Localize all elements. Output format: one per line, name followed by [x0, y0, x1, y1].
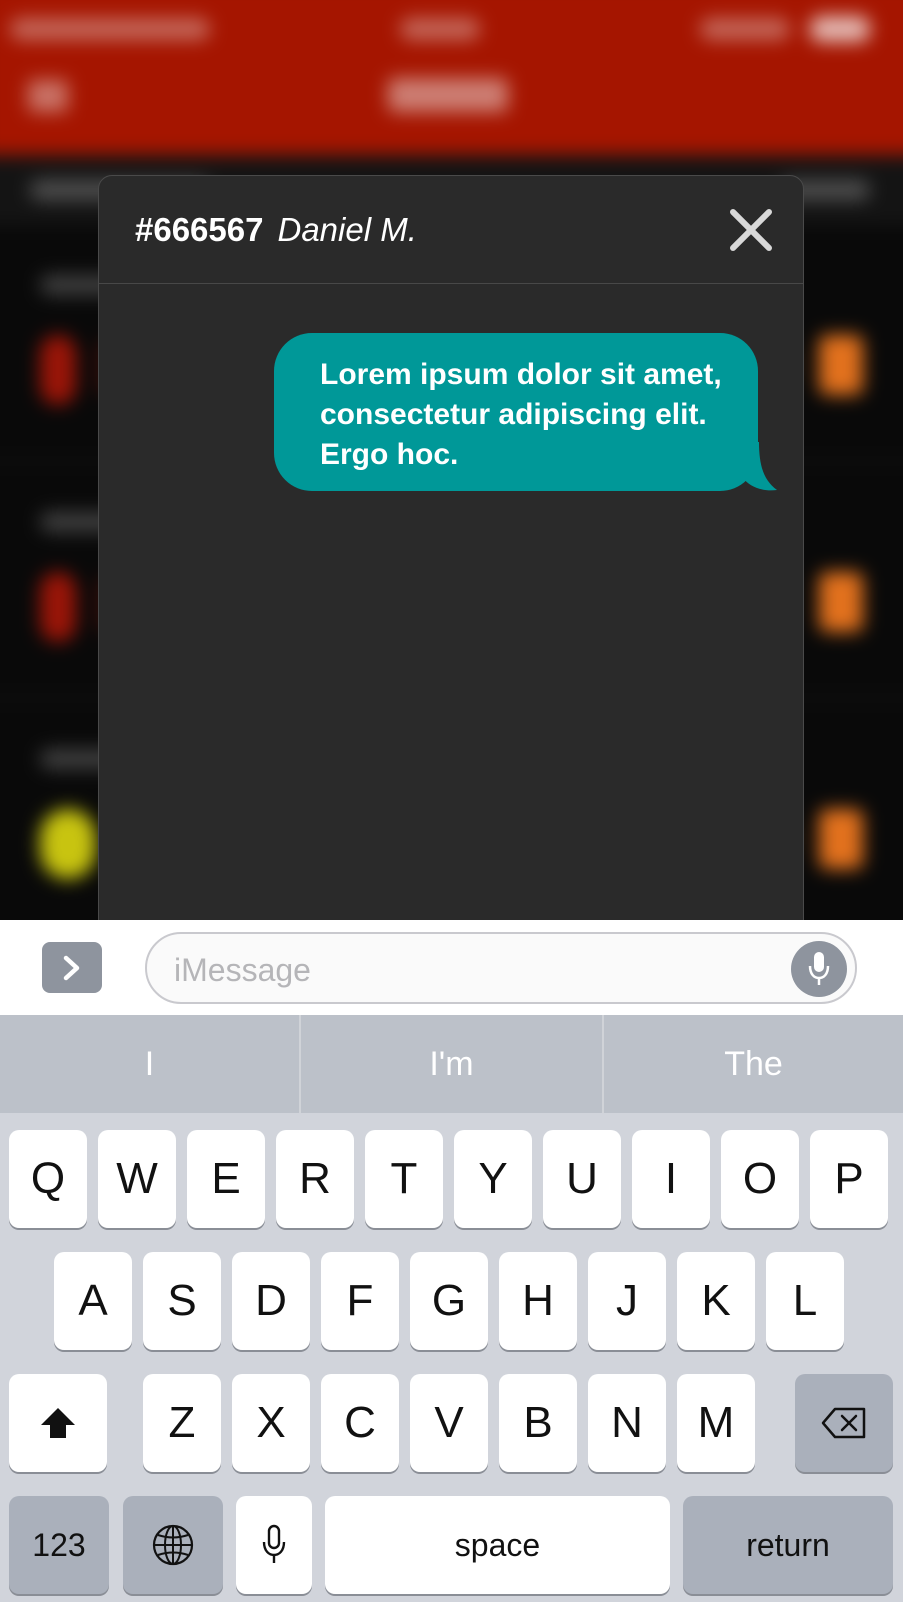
key-f[interactable]: F [321, 1252, 399, 1350]
key-u[interactable]: U [543, 1130, 621, 1228]
key-n[interactable]: N [588, 1374, 666, 1472]
chat-modal: #666567 Daniel M. Lorem ipsum dolor sit … [98, 175, 804, 935]
key-a[interactable]: A [54, 1252, 132, 1350]
numbers-key[interactable]: 123 [9, 1496, 109, 1594]
suggestion-2[interactable]: I'm [301, 1015, 602, 1113]
message-bubble: Lorem ipsum dolor sit amet, consectetur … [274, 333, 758, 491]
delete-key[interactable] [795, 1374, 893, 1472]
return-key[interactable]: return [683, 1496, 893, 1594]
space-key[interactable]: space [325, 1496, 670, 1594]
background-status-battery-text [700, 18, 790, 40]
key-m[interactable]: M [677, 1374, 755, 1472]
close-icon [730, 209, 772, 251]
chat-modal-header: #666567 Daniel M. [99, 176, 803, 284]
chevron-right-icon [63, 955, 80, 980]
key-i[interactable]: I [632, 1130, 710, 1228]
order-number: #666567 [135, 210, 264, 248]
suggestion-1[interactable]: I [0, 1015, 299, 1113]
key-o[interactable]: O [721, 1130, 799, 1228]
key-k[interactable]: K [677, 1252, 755, 1350]
key-t[interactable]: T [365, 1130, 443, 1228]
key-z[interactable]: Z [143, 1374, 221, 1472]
shift-key[interactable] [9, 1374, 107, 1472]
background-menu-icon [28, 80, 68, 112]
microphone-icon [808, 952, 830, 985]
background-status-carrier [10, 18, 210, 40]
key-e[interactable]: E [187, 1130, 265, 1228]
key-l[interactable]: L [766, 1252, 844, 1350]
globe-key[interactable] [123, 1496, 223, 1594]
expand-apps-button[interactable] [42, 942, 102, 993]
key-p[interactable]: P [810, 1130, 888, 1228]
key-b[interactable]: B [499, 1374, 577, 1472]
predictive-text-bar: I I'm The [0, 1015, 903, 1113]
backspace-icon [821, 1407, 866, 1439]
dictation-button[interactable] [791, 941, 847, 997]
suggestion-3[interactable]: The [604, 1015, 903, 1113]
key-q[interactable]: Q [9, 1130, 87, 1228]
key-d[interactable]: D [232, 1252, 310, 1350]
key-j[interactable]: J [588, 1252, 666, 1350]
shift-icon [41, 1408, 75, 1438]
key-s[interactable]: S [143, 1252, 221, 1350]
key-c[interactable]: C [321, 1374, 399, 1472]
message-input-placeholder: iMessage [174, 952, 311, 988]
key-w[interactable]: W [98, 1130, 176, 1228]
key-v[interactable]: V [410, 1374, 488, 1472]
close-button[interactable] [727, 206, 775, 254]
key-x[interactable]: X [232, 1374, 310, 1472]
background-status-time [400, 18, 480, 40]
dictation-key[interactable] [236, 1496, 312, 1594]
key-g[interactable]: G [410, 1252, 488, 1350]
globe-icon [152, 1524, 194, 1566]
message-input[interactable]: iMessage [145, 932, 857, 1004]
background-title [388, 78, 508, 112]
key-r[interactable]: R [276, 1130, 354, 1228]
keyboard: I I'm The Q W E R T Y U I O P A S D F G … [0, 1015, 903, 1602]
key-h[interactable]: H [499, 1252, 577, 1350]
background-battery-icon [810, 16, 870, 42]
customer-name: Daniel M. [277, 210, 417, 248]
microphone-icon [262, 1524, 286, 1563]
key-y[interactable]: Y [454, 1130, 532, 1228]
